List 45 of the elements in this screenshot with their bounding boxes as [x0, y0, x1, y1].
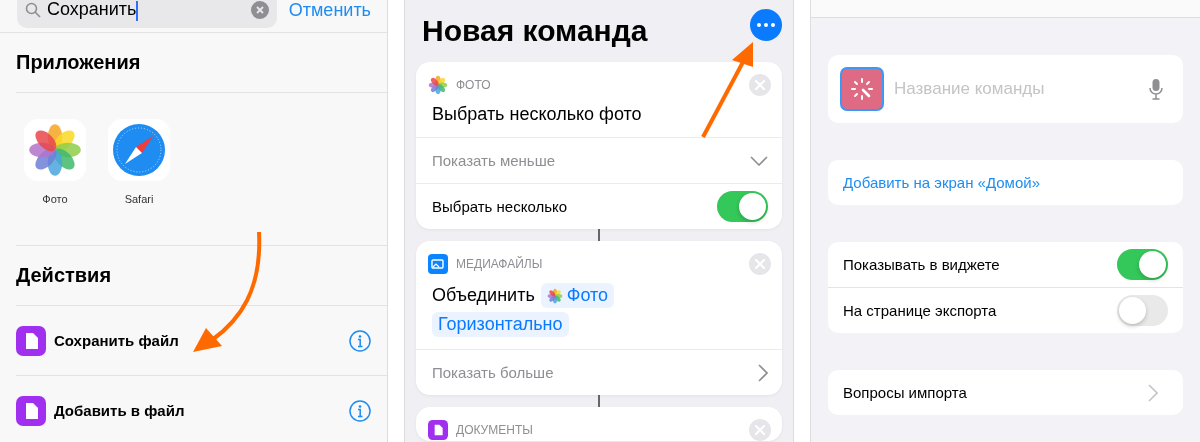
variable-token[interactable]: Горизонтально	[432, 312, 569, 337]
toggle-switch[interactable]	[1117, 295, 1168, 326]
flower-icon	[27, 122, 83, 178]
action-category: ФОТО	[456, 78, 492, 92]
param-label: Выбрать несколько	[432, 198, 568, 215]
section-title: Действия	[15, 263, 113, 288]
microphone-icon[interactable]	[1149, 78, 1163, 100]
show-toggle-link[interactable]: Показать больше	[432, 364, 554, 381]
photos-icon	[428, 75, 448, 95]
file-icon	[16, 395, 46, 426]
chevron-down-icon	[750, 155, 768, 166]
app-tile[interactable]	[24, 119, 86, 181]
variable-token[interactable]: Фото	[540, 283, 615, 308]
switch-label: Показывать в виджете	[843, 256, 1000, 273]
photos-icon	[546, 287, 563, 304]
action-category: ДОКУМЕНТЫ	[456, 423, 534, 437]
page-title: Новая команда	[422, 14, 648, 48]
clear-icon[interactable]	[250, 1, 269, 19]
app-label: Фото	[42, 193, 68, 205]
show-more-row[interactable]: Показать меньше	[416, 137, 782, 183]
switch-label: На странице экспорта	[843, 302, 997, 319]
action-category: МЕДИАФАЙЛЫ	[456, 257, 544, 271]
info-icon[interactable]	[349, 329, 371, 352]
chevron-right-icon	[758, 363, 768, 382]
show-toggle-link[interactable]: Показать меньше	[432, 152, 556, 169]
import-questions-link[interactable]: Вопросы импорта	[843, 384, 967, 401]
file-icon	[16, 325, 46, 356]
chevron-right-icon	[1148, 383, 1158, 402]
action-title: Выбрать несколько фото	[432, 104, 642, 125]
toggle-switch[interactable]	[717, 191, 768, 222]
action-label[interactable]: Добавить в файл	[54, 402, 341, 419]
app-label: Safari	[124, 193, 154, 205]
action-label[interactable]: Сохранить файл	[54, 332, 341, 349]
search-field[interactable]: Сохранить	[17, 0, 277, 28]
show-more-row[interactable]: Показать больше	[416, 349, 782, 395]
action-title: Объединить	[432, 285, 535, 306]
cancel-button[interactable]: Отменить	[288, 0, 371, 21]
image-icon	[428, 254, 448, 274]
toggle-switch[interactable]	[1117, 249, 1168, 280]
search-icon	[25, 2, 41, 18]
section-title: Приложения	[15, 50, 142, 75]
wand-icon[interactable]	[840, 67, 884, 111]
info-icon[interactable]	[349, 399, 371, 422]
more-button[interactable]	[750, 9, 782, 41]
app-tile[interactable]	[108, 119, 170, 181]
